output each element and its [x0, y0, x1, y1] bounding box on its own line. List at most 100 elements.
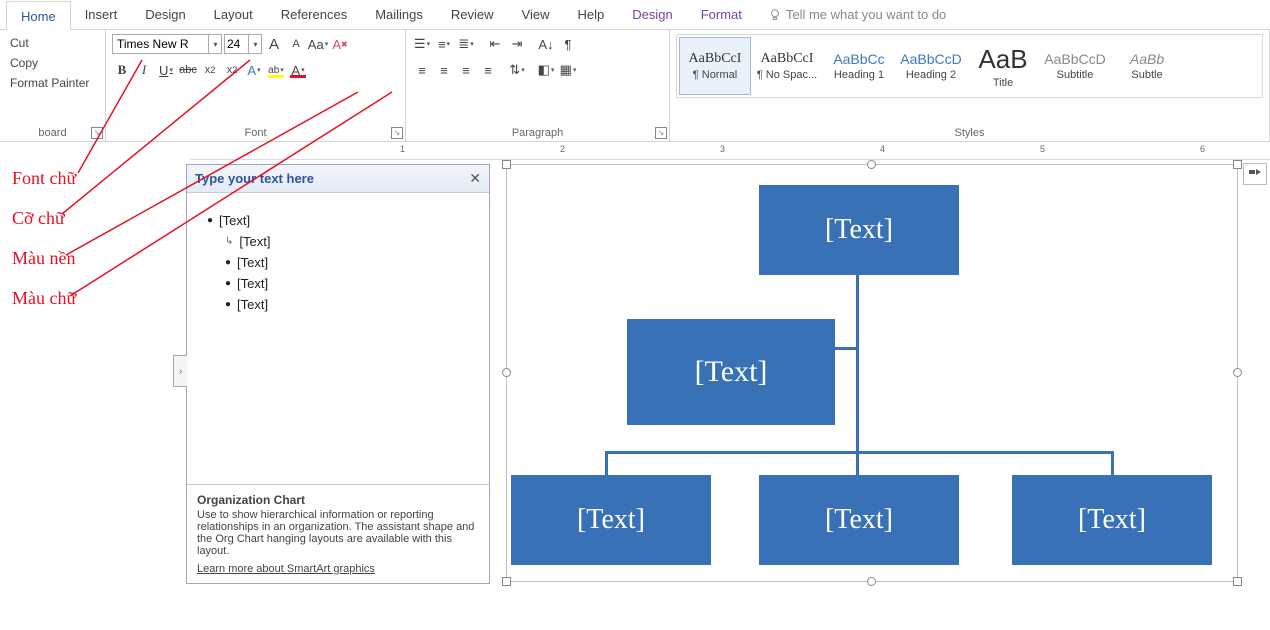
text-effects-button[interactable]: A▾: [244, 60, 264, 80]
font-launcher[interactable]: ↘: [391, 127, 403, 139]
cut-button[interactable]: Cut: [6, 34, 93, 52]
list-item[interactable]: ●[Text]: [225, 297, 469, 312]
smartart-text-pane: › Type your text here ✕ ●[Text] ↳[Text] …: [186, 164, 490, 584]
align-center-button[interactable]: ≡: [434, 60, 454, 80]
close-icon[interactable]: ✕: [469, 170, 481, 187]
copy-button[interactable]: Copy: [6, 54, 93, 72]
group-paragraph: ☰▾ ≡▾ ≣▾ ⇤ ⇥ A↓ ¶ ≡ ≡ ≡ ≡ ⇅▾ ◧▾ ▦▾: [406, 30, 670, 141]
tab-mailings[interactable]: Mailings: [361, 0, 437, 30]
smartart-help-link[interactable]: Learn more about SmartArt graphics: [197, 563, 375, 575]
resize-handle[interactable]: [1233, 368, 1242, 377]
borders-button[interactable]: ▦▾: [558, 60, 578, 80]
resize-handle[interactable]: [502, 577, 511, 586]
org-box-child[interactable]: [Text]: [759, 475, 959, 565]
paragraph-launcher[interactable]: ↘: [655, 127, 667, 139]
resize-handle[interactable]: [1233, 577, 1242, 586]
style-title[interactable]: AaBTitle: [967, 37, 1039, 95]
tab-smartart-design[interactable]: Design: [618, 0, 686, 30]
text-pane-title: Type your text here: [195, 171, 314, 186]
text-pane-header: Type your text here ✕: [187, 165, 489, 193]
ruler-mark: 4: [880, 144, 885, 154]
decrease-font-icon[interactable]: A: [286, 34, 306, 54]
tab-view[interactable]: View: [508, 0, 564, 30]
annotation-color: Màu chữ: [12, 288, 76, 309]
annotation-font: Font chữ: [12, 168, 76, 189]
sort-button[interactable]: A↓: [536, 34, 556, 54]
decrease-indent-button[interactable]: ⇤: [485, 34, 505, 54]
resize-handle[interactable]: [502, 368, 511, 377]
superscript-button[interactable]: x2: [222, 60, 242, 80]
resize-handle[interactable]: [502, 160, 511, 169]
style-no-spacing[interactable]: AaBbCcI¶ No Spac...: [751, 37, 823, 95]
group-clipboard-label: board: [6, 125, 99, 141]
text-pane-collapse-button[interactable]: ›: [173, 355, 187, 387]
org-box-child[interactable]: [Text]: [511, 475, 711, 565]
align-right-button[interactable]: ≡: [456, 60, 476, 80]
ribbon: Cut Copy Format Painter board ↘ ▾ ▾ A A: [0, 30, 1270, 142]
clipboard-launcher[interactable]: ↘: [91, 127, 103, 139]
tab-layout[interactable]: Layout: [200, 0, 267, 30]
tab-insert[interactable]: Insert: [71, 0, 132, 30]
resize-handle[interactable]: [867, 577, 876, 586]
org-box-assistant[interactable]: [Text]: [627, 319, 835, 425]
style-normal[interactable]: AaBbCcI¶ Normal: [679, 37, 751, 95]
line-spacing-button[interactable]: ⇅▾: [507, 60, 527, 80]
document-area: › Type your text here ✕ ●[Text] ↳[Text] …: [0, 160, 1270, 630]
font-name-combo[interactable]: ▾: [112, 34, 222, 54]
org-box-top[interactable]: [Text]: [759, 185, 959, 275]
italic-button[interactable]: I: [134, 60, 154, 80]
group-styles: AaBbCcI¶ Normal AaBbCcI¶ No Spac... AaBb…: [670, 30, 1270, 141]
bold-button[interactable]: B: [112, 60, 132, 80]
list-item[interactable]: ●[Text]: [207, 213, 469, 228]
align-left-button[interactable]: ≡: [412, 60, 432, 80]
tab-smartart-format[interactable]: Format: [687, 0, 756, 30]
justify-button[interactable]: ≡: [478, 60, 498, 80]
style-heading1[interactable]: AaBbCcHeading 1: [823, 37, 895, 95]
font-name-input[interactable]: [112, 34, 222, 54]
text-pane-footer-title: Organization Chart: [197, 493, 479, 507]
bullets-button[interactable]: ☰▾: [412, 34, 432, 54]
numbering-button[interactable]: ≡▾: [434, 34, 454, 54]
highlight-button[interactable]: ab▾: [266, 60, 286, 80]
show-marks-button[interactable]: ¶: [558, 34, 578, 54]
list-item[interactable]: ●[Text]: [225, 276, 469, 291]
tab-references[interactable]: References: [267, 0, 361, 30]
smartart-canvas[interactable]: [Text] [Text] [Text] [Text] [Text]: [506, 164, 1238, 582]
font-size-dropdown[interactable]: ▾: [248, 34, 262, 54]
ruler[interactable]: 1 2 3 4 5 6: [190, 142, 1270, 160]
tell-me-search[interactable]: Tell me what you want to do: [768, 7, 946, 22]
style-subtle[interactable]: AaBbSubtle: [1111, 37, 1183, 95]
font-color-button[interactable]: A▾: [288, 60, 308, 80]
multilevel-button[interactable]: ≣▾: [456, 34, 476, 54]
list-item[interactable]: ●[Text]: [225, 255, 469, 270]
ribbon-tabs: Home Insert Design Layout References Mai…: [0, 0, 1270, 30]
tab-design[interactable]: Design: [131, 0, 199, 30]
underline-button[interactable]: U▾: [156, 60, 176, 80]
text-pane-list[interactable]: ●[Text] ↳[Text] ●[Text] ●[Text] ●[Text]: [187, 193, 489, 484]
layout-icon: [1248, 167, 1262, 181]
change-case-button[interactable]: Aa▾: [308, 34, 328, 54]
resize-handle[interactable]: [1233, 160, 1242, 169]
group-font-label: Font: [112, 125, 399, 141]
group-clipboard: Cut Copy Format Painter board ↘: [0, 30, 106, 141]
shading-button[interactable]: ◧▾: [536, 60, 556, 80]
increase-indent-button[interactable]: ⇥: [507, 34, 527, 54]
style-subtitle[interactable]: AaBbCcDSubtitle: [1039, 37, 1111, 95]
layout-options-icon[interactable]: [1243, 163, 1267, 185]
style-heading2[interactable]: AaBbCcDHeading 2: [895, 37, 967, 95]
increase-font-icon[interactable]: A: [264, 34, 284, 54]
strikethrough-button[interactable]: abc: [178, 60, 198, 80]
text-pane-footer-desc: Use to show hierarchical information or …: [197, 509, 479, 557]
tab-home[interactable]: Home: [6, 1, 71, 31]
ruler-mark: 3: [720, 144, 725, 154]
resize-handle[interactable]: [867, 160, 876, 169]
format-painter-button[interactable]: Format Painter: [6, 74, 93, 92]
list-item[interactable]: ↳[Text]: [225, 234, 469, 249]
subscript-button[interactable]: x2: [200, 60, 220, 80]
tab-review[interactable]: Review: [437, 0, 508, 30]
tab-help[interactable]: Help: [563, 0, 618, 30]
font-name-dropdown[interactable]: ▾: [208, 34, 222, 54]
font-size-combo[interactable]: ▾: [224, 34, 262, 54]
org-box-child[interactable]: [Text]: [1012, 475, 1212, 565]
clear-formatting-icon[interactable]: A✖: [330, 34, 350, 54]
